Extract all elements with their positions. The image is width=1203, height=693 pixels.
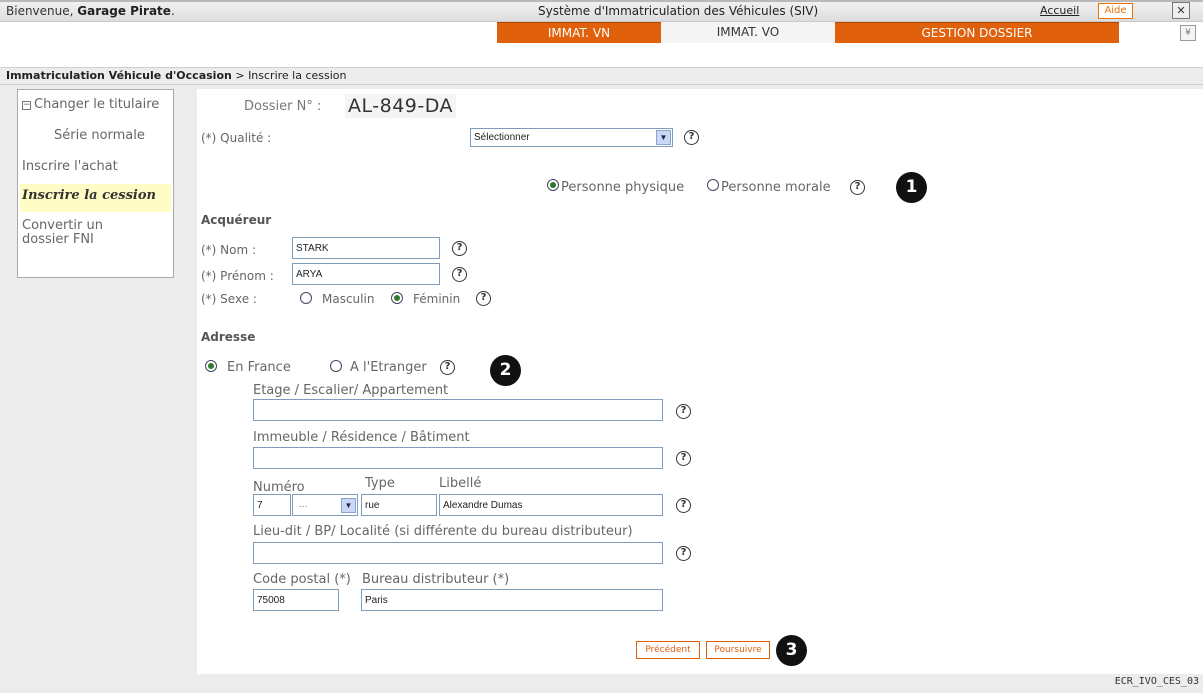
extension-selected: ... <box>299 499 308 510</box>
breadcrumb-separator: > <box>231 69 249 82</box>
dossier-number: AL-849-DA <box>345 94 457 118</box>
cp-input[interactable] <box>253 589 339 611</box>
radio-etranger[interactable] <box>330 360 342 372</box>
feminin-label: Féminin <box>413 292 461 306</box>
system-title: Système d'Immatriculation des Véhicules … <box>538 4 819 18</box>
bureau-label: Bureau distributeur (*) <box>362 572 510 587</box>
sidebar-item-inscrire-cession[interactable]: Inscrire la cession <box>22 188 156 203</box>
sidebar-item-serie-normale[interactable]: Série normale <box>54 128 145 143</box>
help-icon-personne[interactable]: ? <box>850 180 865 195</box>
dossier-label: Dossier N° : <box>244 99 322 114</box>
qualite-select[interactable]: Sélectionner ▼ <box>470 128 673 147</box>
chevron-down-icon[interactable]: ▼ <box>656 130 671 145</box>
lieudit-input[interactable] <box>253 542 663 564</box>
help-icon-sexe[interactable]: ? <box>476 291 491 306</box>
close-icon[interactable]: ✕ <box>1172 2 1190 19</box>
precedent-button[interactable]: Précédent <box>636 641 700 659</box>
adresse-title: Adresse <box>201 330 256 344</box>
step-marker-3: 3 <box>776 635 807 666</box>
welcome-user: Garage Pirate <box>77 4 171 18</box>
tab-immat-vo[interactable]: IMMAT. VO <box>661 22 835 43</box>
sidebar-item-convertir-line2: dossier FNI <box>22 232 94 247</box>
step-marker-1: 1 <box>896 172 927 203</box>
personne-morale-label: Personne morale <box>721 180 831 195</box>
help-icon-nom[interactable]: ? <box>452 241 467 256</box>
radio-personne-morale[interactable] <box>707 179 719 191</box>
numero-input[interactable] <box>253 494 291 516</box>
help-icon-lieudit[interactable]: ? <box>676 546 691 561</box>
prenom-input[interactable] <box>292 263 440 285</box>
radio-en-france[interactable] <box>205 360 217 372</box>
screen-code: ECR_IVO_CES_03 <box>1114 676 1199 687</box>
help-icon-immeuble[interactable]: ? <box>676 451 691 466</box>
sidebar-item-convertir-line1: Convertir un <box>22 218 103 233</box>
help-icon-etage[interactable]: ? <box>676 404 691 419</box>
masculin-label: Masculin <box>322 292 375 306</box>
qualite-selected: Sélectionner <box>474 132 530 143</box>
help-icon-prenom[interactable]: ? <box>452 267 467 282</box>
prenom-label: (*) Prénom : <box>201 269 274 283</box>
libelle-label: Libellé <box>439 476 482 491</box>
cp-label: Code postal (*) <box>253 572 351 587</box>
top-stripe <box>0 0 1203 2</box>
help-icon-voie[interactable]: ? <box>676 498 691 513</box>
nom-label: (*) Nom : <box>201 243 257 257</box>
tab-immat-vn[interactable]: IMMAT. VN <box>497 22 661 43</box>
welcome-text: Bienvenue, Garage Pirate. <box>6 4 175 18</box>
breadcrumb-page: Inscrire la cession <box>248 69 347 82</box>
radio-personne-physique[interactable] <box>547 179 559 191</box>
accueil-link[interactable]: Accueil <box>1040 4 1079 17</box>
sidebar-item-convertir-fni[interactable]: Convertir un dossier FNI <box>22 219 103 247</box>
etage-input[interactable] <box>253 399 663 421</box>
breadcrumb: Immatriculation Véhicule d'Occasion > In… <box>0 67 1203 85</box>
lieudit-label: Lieu-dit / BP/ Localité (si différente d… <box>253 524 633 539</box>
acquereur-title: Acquéreur <box>201 213 272 227</box>
sidebar: − Changer le titulaire Série normale Insc… <box>17 89 174 278</box>
breadcrumb-section: Immatriculation Véhicule d'Occasion <box>6 69 232 82</box>
collapse-icon[interactable]: − <box>22 101 31 110</box>
welcome-suffix: . <box>170 4 175 18</box>
help-icon-adresse[interactable]: ? <box>440 360 455 375</box>
sexe-label: (*) Sexe : <box>201 292 257 306</box>
radio-masculin[interactable] <box>300 292 312 304</box>
poursuivre-button[interactable]: Poursuivre <box>706 641 770 659</box>
nom-input[interactable] <box>292 237 440 259</box>
type-label: Type <box>365 476 395 491</box>
immeuble-label: Immeuble / Résidence / Bâtiment <box>253 430 470 445</box>
immeuble-input[interactable] <box>253 447 663 469</box>
sidebar-group-label: Changer le titulaire <box>34 97 160 112</box>
qualite-label: (*) Qualité : <box>201 131 272 145</box>
extension-select[interactable]: ... ▼ <box>292 494 358 516</box>
aide-button[interactable]: Aide <box>1098 3 1133 19</box>
en-france-label: En France <box>227 360 291 375</box>
step-marker-2: 2 <box>490 355 521 386</box>
tab-gestion-dossier[interactable]: GESTION DOSSIER <box>835 22 1119 43</box>
libelle-input[interactable] <box>439 494 663 516</box>
bureau-input[interactable] <box>361 589 663 611</box>
type-input[interactable] <box>361 494 437 516</box>
numero-label: Numéro <box>253 480 305 495</box>
etranger-label: A l'Etranger <box>350 360 427 375</box>
chevron-down-icon[interactable]: ▼ <box>341 498 356 513</box>
sidebar-group-changer-titulaire[interactable]: − Changer le titulaire <box>22 97 159 112</box>
etage-label: Etage / Escalier/ Appartement <box>253 383 449 398</box>
welcome-prefix: Bienvenue, <box>6 4 78 18</box>
radio-feminin[interactable] <box>391 292 403 304</box>
help-icon-qualite[interactable]: ? <box>684 130 699 145</box>
personne-physique-label: Personne physique <box>561 180 685 195</box>
chevron-down-icon[interactable]: ¥ <box>1180 25 1196 41</box>
sidebar-item-inscrire-achat[interactable]: Inscrire l'achat <box>22 159 118 174</box>
